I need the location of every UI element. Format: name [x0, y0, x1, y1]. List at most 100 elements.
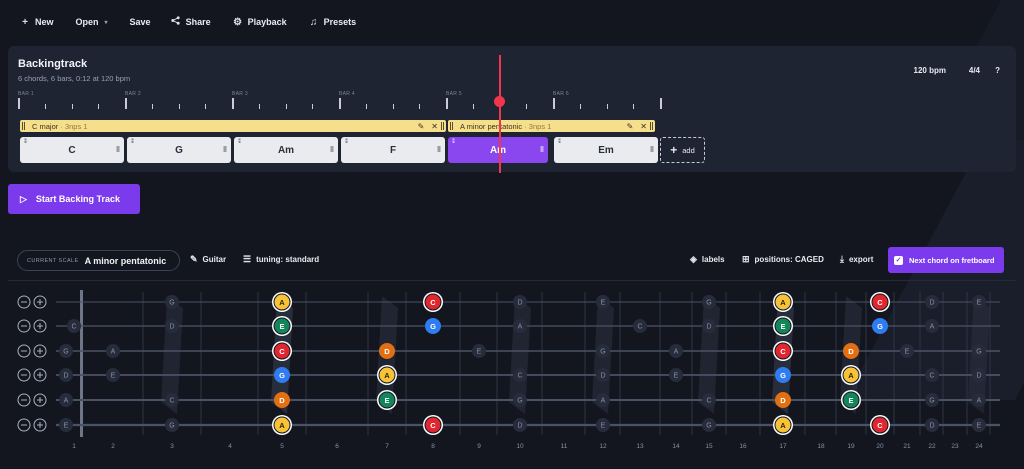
chord-block-am[interactable]: ⁞⁞ Am ‖ — [234, 137, 338, 163]
presets-button[interactable]: ♫ Presets — [301, 17, 365, 28]
drag-grip-icon[interactable]: ⁞⁞ — [558, 139, 561, 145]
bar-label: BAR 1 — [18, 91, 34, 97]
chord-block-c[interactable]: ⁞⁞ C ‖ — [20, 137, 124, 163]
edit-pencil-icon[interactable]: ✎ — [418, 122, 425, 131]
scale-note-label: G — [780, 371, 786, 380]
ghost-note-label: E — [905, 349, 910, 356]
drag-handle-icon[interactable] — [441, 122, 444, 130]
ruler-tick — [365, 104, 367, 109]
fret-number: 17 — [779, 443, 787, 450]
ghost-note-label: G — [706, 300, 711, 307]
sliders-icon: ☰ — [243, 254, 252, 264]
playback-button[interactable]: ⚙ Playback — [225, 17, 295, 28]
drag-grip-icon[interactable]: ⁞⁞ — [131, 139, 134, 145]
drag-grip-icon[interactable]: ⁞⁞ — [452, 139, 455, 145]
drag-handle-icon[interactable] — [450, 122, 453, 130]
fret-number: 10 — [516, 443, 524, 450]
ghost-note-label: D — [63, 373, 68, 380]
fret-number: 14 — [672, 443, 680, 450]
ghost-note-label: D — [600, 373, 605, 380]
ghost-note-label: D — [169, 324, 174, 331]
tuning-selector[interactable]: ☰ tuning: standard — [243, 254, 319, 265]
scale-note-label: C — [877, 421, 883, 430]
caret-down-icon: ▾ — [104, 19, 108, 26]
current-scale-selector[interactable]: CURRENT SCALE A minor pentatonic — [17, 250, 180, 271]
close-icon[interactable]: ✕ — [431, 122, 438, 131]
close-icon[interactable]: ✕ — [640, 122, 647, 131]
ruler-tick — [606, 104, 608, 109]
resize-handle-icon[interactable]: ‖ — [116, 145, 120, 154]
ruler-tick — [125, 98, 127, 109]
bar-label: BAR 2 — [125, 91, 141, 97]
bpm-control[interactable]: 120 bpm — [914, 66, 946, 75]
add-chord-button[interactable]: + add — [660, 137, 705, 163]
fret-number: 3 — [170, 443, 174, 450]
chord-block-am-active[interactable]: ⁞⁞ Am ‖ — [448, 137, 548, 163]
ruler-tick — [419, 104, 421, 109]
ghost-note-label: C — [929, 373, 934, 380]
drag-handle-icon[interactable] — [650, 122, 653, 130]
ruler-tick — [553, 98, 555, 109]
export-button[interactable]: ⤓ export — [840, 254, 873, 265]
resize-handle-icon[interactable]: ‖ — [650, 145, 654, 154]
resize-handle-icon[interactable]: ‖ — [223, 145, 227, 154]
save-button[interactable]: Save — [122, 17, 159, 27]
fretboard[interactable]: 1 2 3 4 5 6 7 8 9 10 11 12 13 14 15 16 17 18 19 20 21 22 23 24G… — [0, 288, 1024, 453]
chord-block-g[interactable]: ⁞⁞ G ‖ — [127, 137, 231, 163]
scale-note-label: D — [384, 347, 390, 356]
plus-icon: + — [22, 16, 28, 28]
labels-toggle[interactable]: ◈ labels — [690, 254, 725, 265]
scale-segment-c-major[interactable]: C major · 3nps 1 ✎ ✕ — [20, 120, 446, 132]
ghost-note-label: G — [169, 423, 174, 430]
fret-number: 4 — [228, 443, 232, 450]
download-icon: ⤓ — [840, 254, 844, 264]
scale-note-label: C — [430, 421, 436, 430]
ghost-note-label: A — [977, 398, 982, 405]
drag-handle-icon[interactable] — [22, 122, 25, 130]
playhead-handle[interactable] — [494, 96, 505, 107]
fret-number: 1 — [72, 443, 76, 450]
scale-note-label: G — [877, 322, 883, 331]
drag-grip-icon[interactable]: ⁞⁞ — [238, 139, 241, 145]
next-chord-on-fretboard-toggle[interactable]: ✓ Next chord on fretboard — [888, 247, 1004, 273]
bar-label: BAR 5 — [446, 91, 462, 97]
ruler-tick — [98, 104, 100, 109]
drag-grip-icon[interactable]: ⁞⁞ — [24, 139, 27, 145]
chord-block-f[interactable]: ⁞⁞ F ‖ — [341, 137, 445, 163]
ghost-note-label: A — [518, 324, 523, 331]
ghost-note-label: E — [977, 423, 982, 430]
open-button[interactable]: Open ▾ — [68, 17, 116, 27]
ghost-note-label: D — [517, 300, 522, 307]
fret-number: 20 — [876, 443, 884, 450]
resize-handle-icon[interactable]: ‖ — [540, 145, 544, 154]
help-button[interactable]: ? — [995, 66, 1000, 75]
positions-selector[interactable]: ⊞ positions: CAGED — [742, 254, 824, 265]
resize-handle-icon[interactable]: ‖ — [437, 145, 441, 154]
checkbox-checked-icon: ✓ — [894, 255, 903, 265]
ruler-tick — [205, 104, 207, 109]
ruler-tick — [339, 98, 341, 109]
scale-note-label: A — [780, 421, 786, 430]
bar-ruler[interactable]: BAR 1 BAR 2 BAR 3 BAR 4 BAR 5 BAR 6 — [18, 91, 664, 109]
share-button[interactable]: Share — [163, 16, 219, 28]
resize-handle-icon[interactable]: ‖ — [330, 145, 334, 154]
edit-pencil-icon[interactable]: ✎ — [627, 122, 634, 131]
drag-grip-icon[interactable]: ⁞⁞ — [345, 139, 348, 145]
ghost-note-label: E — [601, 423, 606, 430]
fret-number: 21 — [903, 443, 911, 450]
start-backing-track-button[interactable]: ▷ Start Backing Track — [8, 184, 140, 214]
fret-number: 23 — [951, 443, 959, 450]
ruler-tick — [18, 98, 20, 109]
chord-block-em[interactable]: ⁞⁞ Em ‖ — [554, 137, 658, 163]
playhead[interactable] — [499, 55, 501, 173]
time-signature-control[interactable]: 4/4 — [969, 66, 980, 75]
instrument-selector[interactable]: ✎ Guitar — [190, 254, 226, 265]
fret-number: 12 — [599, 443, 607, 450]
scale-note-label: A — [848, 371, 854, 380]
scale-segment-a-minor-pentatonic[interactable]: A minor pentatonic · 3nps 1 ✎ ✕ — [448, 120, 655, 132]
fret-number: 16 — [739, 443, 747, 450]
scale-note-label: C — [780, 347, 786, 356]
new-button[interactable]: + New — [12, 17, 62, 28]
fret-number: 19 — [847, 443, 855, 450]
ghost-note-label: C — [71, 324, 76, 331]
